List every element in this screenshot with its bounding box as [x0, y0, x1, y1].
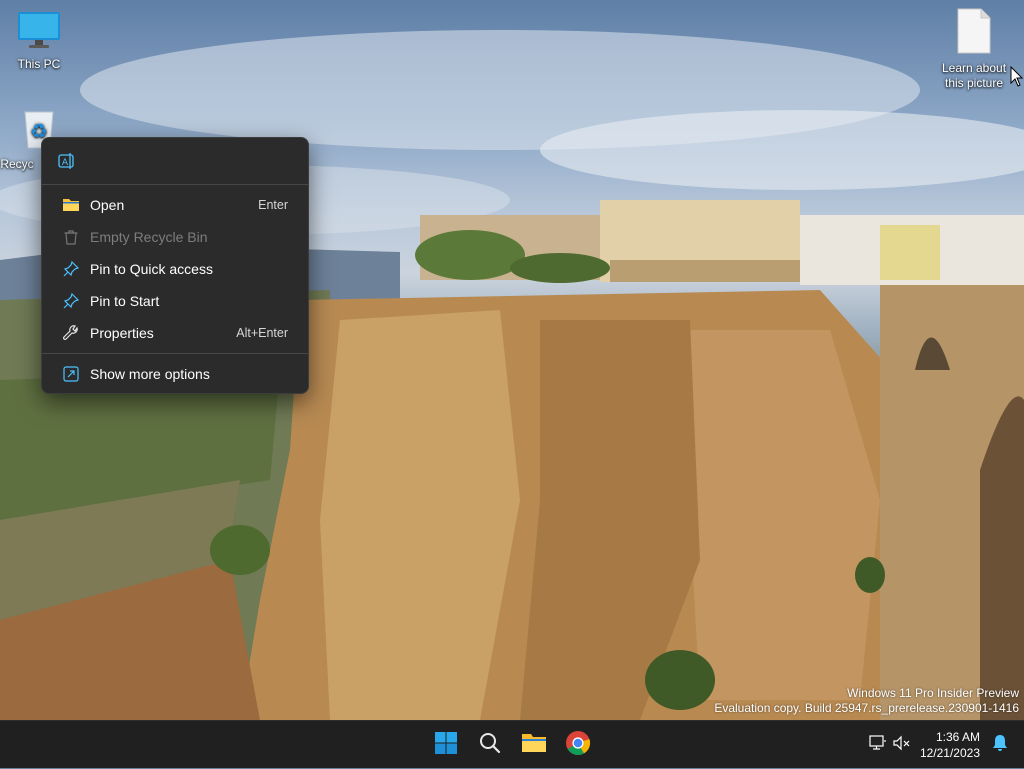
monitor-icon [0, 10, 81, 54]
folder-icon [62, 196, 80, 214]
menu-item-label: Open [90, 197, 125, 213]
chrome-button[interactable] [556, 725, 600, 765]
volume-muted-icon [893, 735, 911, 756]
system-tray: 1:36 AM 12/21/2023 [866, 721, 1024, 769]
taskbar: 1:36 AM 12/21/2023 [0, 720, 1024, 768]
wrench-icon [62, 324, 80, 342]
watermark-line2: Evaluation copy. Build 25947.rs_prerelea… [714, 701, 1019, 715]
menu-item-empty-recycle-bin[interactable]: Empty Recycle Bin [46, 221, 304, 253]
mouse-cursor-icon [1010, 66, 1024, 87]
menu-item-pin-to-quick-access[interactable]: Pin to Quick access [46, 253, 304, 285]
notifications-button[interactable] [988, 733, 1012, 757]
search-icon [479, 732, 501, 759]
desktop-icon-label: This PC [17, 57, 61, 71]
start-icon [434, 731, 458, 760]
rename-icon[interactable]: A [58, 152, 76, 170]
menu-item-label: Show more options [90, 366, 210, 382]
menu-item-label: Properties [90, 325, 154, 341]
pin-icon [62, 260, 80, 278]
volume-button[interactable] [890, 733, 914, 757]
menu-item-shortcut: Alt+Enter [236, 326, 288, 340]
file-explorer-button[interactable] [512, 725, 556, 765]
chrome-icon [565, 730, 591, 761]
menu-item-pin-to-start[interactable]: Pin to Start [46, 285, 304, 317]
menu-item-properties[interactable]: Properties Alt+Enter [46, 317, 304, 349]
context-menu: A Open Enter Empty Recycle Bin Pin to Qu… [41, 137, 309, 394]
file-explorer-icon [521, 732, 547, 759]
svg-text:A: A [62, 158, 69, 168]
evaluation-watermark: Windows 11 Pro Insider Preview Evaluatio… [714, 686, 1019, 716]
menu-item-show-more-options[interactable]: Show more options [46, 358, 304, 390]
desktop-icon-label-line2: this picture [944, 76, 1004, 90]
clock-time: 1:36 AM [935, 730, 980, 744]
desktop-icon-this-pc[interactable]: This PC [0, 10, 81, 72]
menu-item-label: Pin to Quick access [90, 261, 213, 277]
menu-item-label: Empty Recycle Bin [90, 229, 208, 245]
network-button[interactable] [866, 733, 890, 757]
start-button[interactable] [424, 725, 468, 765]
menu-item-shortcut: Enter [258, 198, 288, 212]
context-menu-quick-actions: A [42, 138, 308, 184]
clock-date: 12/21/2023 [919, 746, 980, 760]
desktop-icon-label-line1: Learn about [941, 61, 1007, 75]
taskbar-clock[interactable]: 1:36 AM 12/21/2023 [920, 729, 980, 761]
desktop-icon-label: Recyc [0, 157, 34, 171]
document-icon [932, 8, 1016, 58]
network-icon [869, 734, 887, 756]
taskbar-apps [424, 721, 600, 769]
menu-item-label: Pin to Start [90, 293, 160, 309]
watermark-line1: Windows 11 Pro Insider Preview [847, 686, 1019, 700]
desktop-icon-learn-about-picture[interactable]: Learn about this picture [932, 8, 1016, 91]
trash-icon [62, 228, 80, 246]
menu-item-open[interactable]: Open Enter [46, 189, 304, 221]
search-button[interactable] [468, 725, 512, 765]
bell-icon [992, 734, 1008, 757]
more-options-icon [62, 365, 80, 383]
pin-icon [62, 292, 80, 310]
